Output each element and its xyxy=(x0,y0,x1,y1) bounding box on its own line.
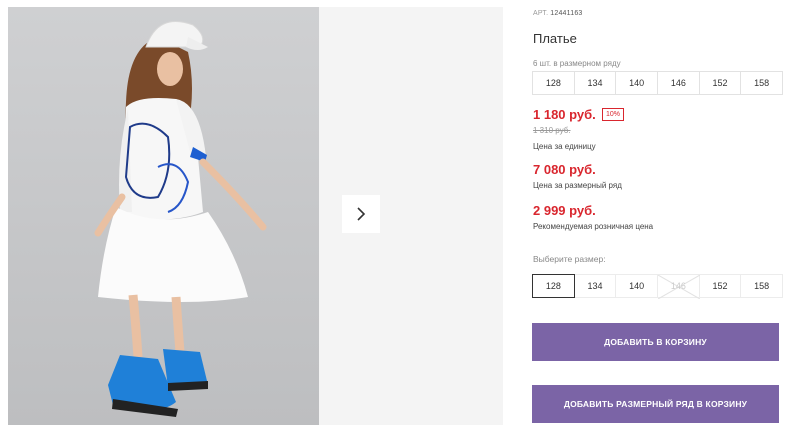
pack-size-cell: 152 xyxy=(698,71,742,95)
gallery-next-button[interactable] xyxy=(342,195,380,233)
size-option-128[interactable]: 128 xyxy=(532,274,575,298)
pack-price-caption: Цена за размерный ряд xyxy=(533,181,622,190)
pack-price: 7 080 руб. xyxy=(533,162,596,177)
pack-size-cell: 146 xyxy=(657,71,700,95)
sku-number: 12441163 xyxy=(550,10,583,17)
pack-size-cell: 134 xyxy=(573,71,617,95)
pack-size-cell: 158 xyxy=(740,71,784,95)
old-price: 1 310 руб. xyxy=(533,126,571,135)
chevron-right-icon xyxy=(357,207,366,221)
size-option-134[interactable]: 134 xyxy=(573,274,617,298)
unit-price: 1 180 руб. xyxy=(533,107,596,122)
discount-badge: 10% xyxy=(602,108,625,121)
sku-label: АРТ. xyxy=(533,10,549,17)
product-title: Платье xyxy=(533,31,577,46)
product-sku: АРТ. 12441163 xyxy=(533,10,583,17)
unit-price-caption: Цена за единицу xyxy=(533,142,596,151)
retail-price-caption: Рекомендуемая розничная цена xyxy=(533,222,654,231)
add-pack-to-cart-button[interactable]: ДОБАВИТЬ РАЗМЕРНЫЙ РЯД В КОРЗИНУ xyxy=(532,385,779,423)
pack-size-cell: 140 xyxy=(615,71,659,95)
size-select-label: Выберите размер: xyxy=(533,254,606,264)
size-option-158[interactable]: 158 xyxy=(740,274,784,298)
product-photo-illustration xyxy=(8,7,319,425)
add-to-cart-button[interactable]: ДОБАВИТЬ В КОРЗИНУ xyxy=(532,323,779,361)
size-option-label: 146 xyxy=(670,281,686,291)
size-option-140[interactable]: 140 xyxy=(615,274,659,298)
product-photo xyxy=(8,7,319,425)
retail-price: 2 999 руб. xyxy=(533,203,596,218)
size-option-146[interactable]: 146 xyxy=(657,274,701,299)
size-option-152[interactable]: 152 xyxy=(698,274,742,298)
pack-label: 6 шт. в размерном ряду xyxy=(533,59,621,68)
product-gallery xyxy=(0,0,503,432)
size-selector: 128 134 140 146 152 158 xyxy=(532,274,784,299)
pack-sizes-row: 128 134 140 146 152 158 xyxy=(532,71,784,95)
pack-size-cell: 128 xyxy=(532,71,575,95)
